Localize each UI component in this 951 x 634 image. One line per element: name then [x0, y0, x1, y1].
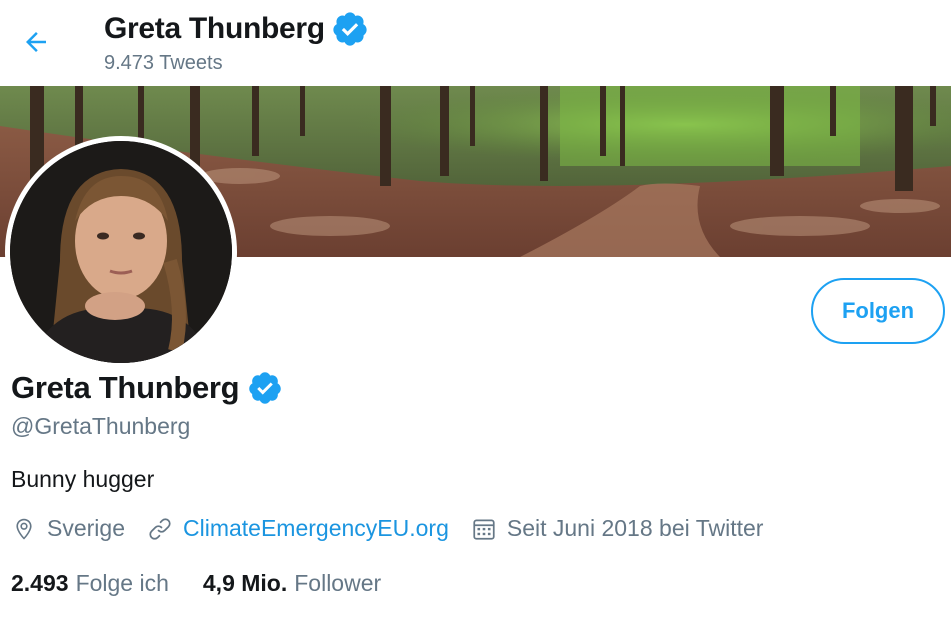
profile-stats-row: 2.493 Folge ich 4,9 Mio. Follower [11, 570, 415, 597]
website-item[interactable]: ClimateEmergencyEU.org [147, 515, 449, 542]
verified-badge-icon [331, 10, 369, 48]
profile-name: Greta Thunberg [11, 370, 240, 405]
followers-count: 4,9 Mio. [202, 570, 288, 596]
header-name-row: Greta Thunberg [104, 10, 369, 48]
joined-item: Seit Juni 2018 bei Twitter [471, 515, 764, 542]
profile-name-row: Greta Thunberg [11, 370, 283, 406]
followers-label: Follower [294, 570, 382, 596]
follow-button[interactable]: Folgen [811, 278, 945, 344]
followers-stat[interactable]: 4,9 Mio. Follower [203, 570, 381, 597]
website-link[interactable]: ClimateEmergencyEU.org [183, 515, 449, 542]
header-name: Greta Thunberg [104, 12, 325, 45]
following-stat[interactable]: 2.493 Folge ich [11, 570, 169, 597]
location-item: Sverige [11, 515, 125, 542]
profile-bio: Bunny hugger [11, 466, 155, 492]
back-button[interactable] [16, 22, 56, 62]
profile-meta-row: Sverige ClimateEmergencyEU.org Seit Juni… [11, 515, 785, 542]
avatar-photo [10, 141, 232, 363]
link-icon [149, 517, 171, 540]
profile-avatar[interactable] [5, 136, 237, 368]
profile-header-bar: Greta Thunberg 9.473 Tweets [0, 0, 951, 86]
profile-handle: @GretaThunberg [11, 413, 191, 439]
joined-text: Seit Juni 2018 bei Twitter [506, 515, 764, 541]
calendar-icon [473, 518, 495, 540]
tweet-count: 9.473 Tweets [104, 52, 223, 74]
location-icon [16, 518, 32, 540]
verified-badge-icon [247, 370, 283, 406]
back-arrow-icon [26, 32, 46, 52]
following-label: Folge ich [75, 570, 169, 596]
following-count: 2.493 [11, 570, 69, 596]
location-text: Sverige [47, 515, 125, 541]
